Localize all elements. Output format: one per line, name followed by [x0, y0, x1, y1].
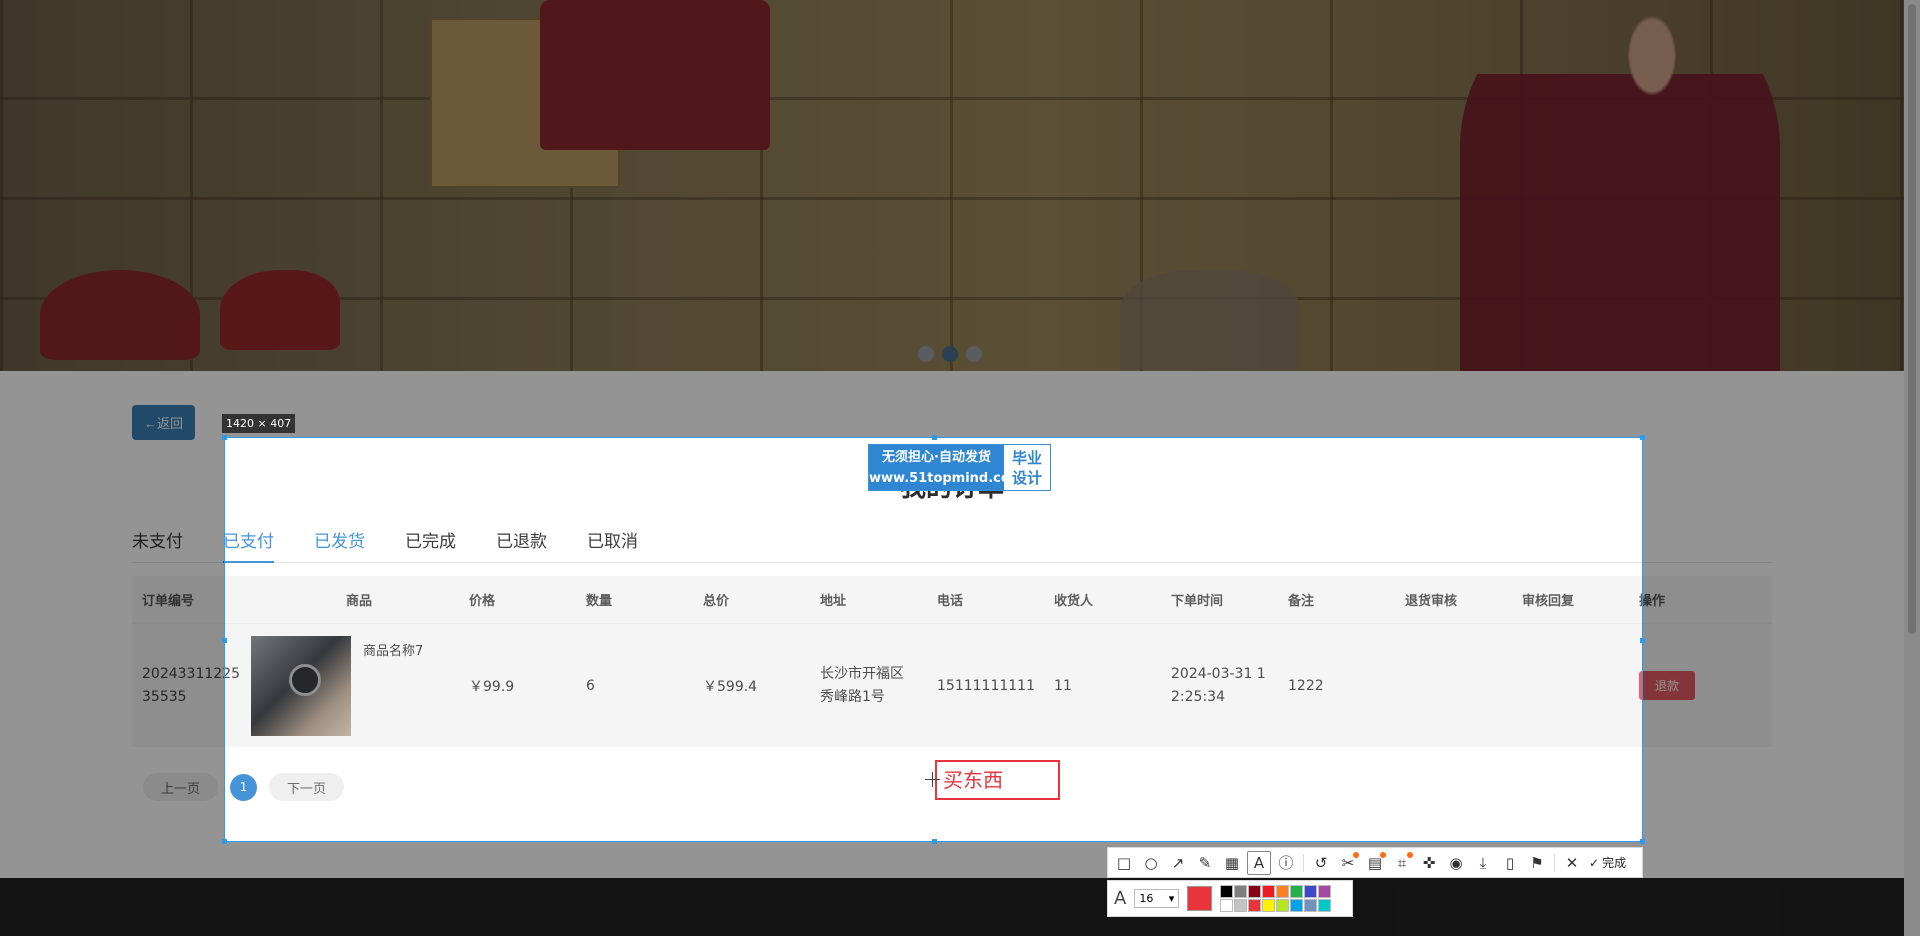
phone-icon[interactable]: ▯: [1498, 851, 1522, 875]
color-swatch[interactable]: [1304, 885, 1318, 898]
ocr-icon[interactable]: ▤: [1363, 851, 1387, 875]
color-swatch[interactable]: [1262, 885, 1276, 898]
resize-handle[interactable]: [222, 638, 227, 643]
color-swatch[interactable]: [1248, 899, 1262, 912]
color-swatch[interactable]: [1290, 885, 1304, 898]
check-icon: ✓: [1589, 855, 1600, 870]
number-icon[interactable]: ⓘ: [1274, 851, 1298, 875]
resize-handle[interactable]: [932, 839, 937, 844]
pen-icon[interactable]: ✎: [1193, 851, 1217, 875]
color-swatch[interactable]: [1290, 899, 1304, 912]
chevron-down-icon: ▾: [1168, 892, 1175, 905]
capture-dim-overlay: [0, 437, 224, 842]
new-badge: [1407, 851, 1413, 858]
font-icon: A: [1114, 888, 1127, 909]
bookmark-icon[interactable]: ⚑: [1525, 851, 1549, 875]
selection-size-label: 1420 × 407: [222, 414, 296, 433]
capture-toolbar: □ ○ ↗ ✎ ▦ A ⓘ ↺ ✂ ▤ ⌗ ✜ ◉ ⤓ ▯ ⚑ ✕ ✓ 完成: [1107, 847, 1643, 878]
rectangle-icon[interactable]: □: [1112, 851, 1136, 875]
text-style-bar: A 16 ▾: [1107, 880, 1353, 917]
watermark-left: 无须担心·自动发货 www.51topmind.com: [869, 445, 1024, 490]
color-swatch[interactable]: [1262, 899, 1276, 912]
scan-icon[interactable]: ⌗: [1390, 851, 1414, 875]
font-size-value: 16: [1139, 892, 1154, 905]
new-badge: [1353, 851, 1359, 858]
color-swatch[interactable]: [1234, 885, 1248, 898]
ellipse-icon[interactable]: ○: [1139, 851, 1163, 875]
mosaic-icon[interactable]: ▦: [1220, 851, 1244, 875]
capture-dim-overlay: [0, 0, 1920, 437]
new-badge: [1380, 851, 1386, 858]
font-size-select[interactable]: 16 ▾: [1134, 889, 1180, 908]
done-label: 完成: [1602, 856, 1627, 870]
text-icon[interactable]: A: [1247, 850, 1271, 875]
annotation-text-box[interactable]: 买东西: [935, 760, 1060, 800]
watermark-slogan: 无须担心·自动发货: [882, 450, 991, 465]
save-icon[interactable]: ⤓: [1471, 851, 1495, 875]
color-swatch[interactable]: [1276, 899, 1290, 912]
toolbar-divider: [1554, 853, 1555, 872]
watermark-right: 毕业 设计: [1004, 445, 1050, 490]
watermark-text: 设计: [1011, 469, 1042, 487]
color-swatch[interactable]: [1318, 885, 1332, 898]
close-icon[interactable]: ✕: [1560, 851, 1584, 875]
capture-dim-overlay: [1643, 437, 1920, 842]
pin-icon[interactable]: ✜: [1417, 851, 1441, 875]
color-swatch[interactable]: [1304, 899, 1318, 912]
color-swatch[interactable]: [1318, 899, 1332, 912]
resize-handle[interactable]: [932, 435, 937, 440]
undo-icon[interactable]: ↺: [1309, 851, 1333, 875]
color-swatch[interactable]: [1220, 885, 1234, 898]
cut-icon[interactable]: ✂: [1336, 851, 1360, 875]
resize-handle[interactable]: [1640, 839, 1645, 844]
color-swatch[interactable]: [1234, 899, 1248, 912]
watermark-text: 毕业: [1011, 449, 1042, 467]
resize-handle[interactable]: [222, 839, 227, 844]
toolbar-divider: [1303, 853, 1304, 872]
resize-handle[interactable]: [1640, 435, 1645, 440]
crosshair-cursor-icon: [925, 772, 940, 787]
resize-handle[interactable]: [222, 435, 227, 440]
watermark-logo: 无须担心·自动发货 www.51topmind.com 毕业 设计: [868, 444, 1051, 491]
watermark-url: www.51topmind.com: [869, 471, 1024, 486]
arrow-icon[interactable]: ↗: [1166, 851, 1190, 875]
current-color-swatch[interactable]: [1187, 886, 1213, 911]
resize-handle[interactable]: [1640, 638, 1645, 643]
color-swatch[interactable]: [1248, 885, 1262, 898]
done-button[interactable]: ✓ 完成: [1589, 854, 1626, 871]
record-icon[interactable]: ◉: [1444, 851, 1468, 875]
color-palette: [1220, 885, 1332, 912]
color-swatch[interactable]: [1276, 885, 1290, 898]
color-swatch[interactable]: [1220, 899, 1234, 912]
